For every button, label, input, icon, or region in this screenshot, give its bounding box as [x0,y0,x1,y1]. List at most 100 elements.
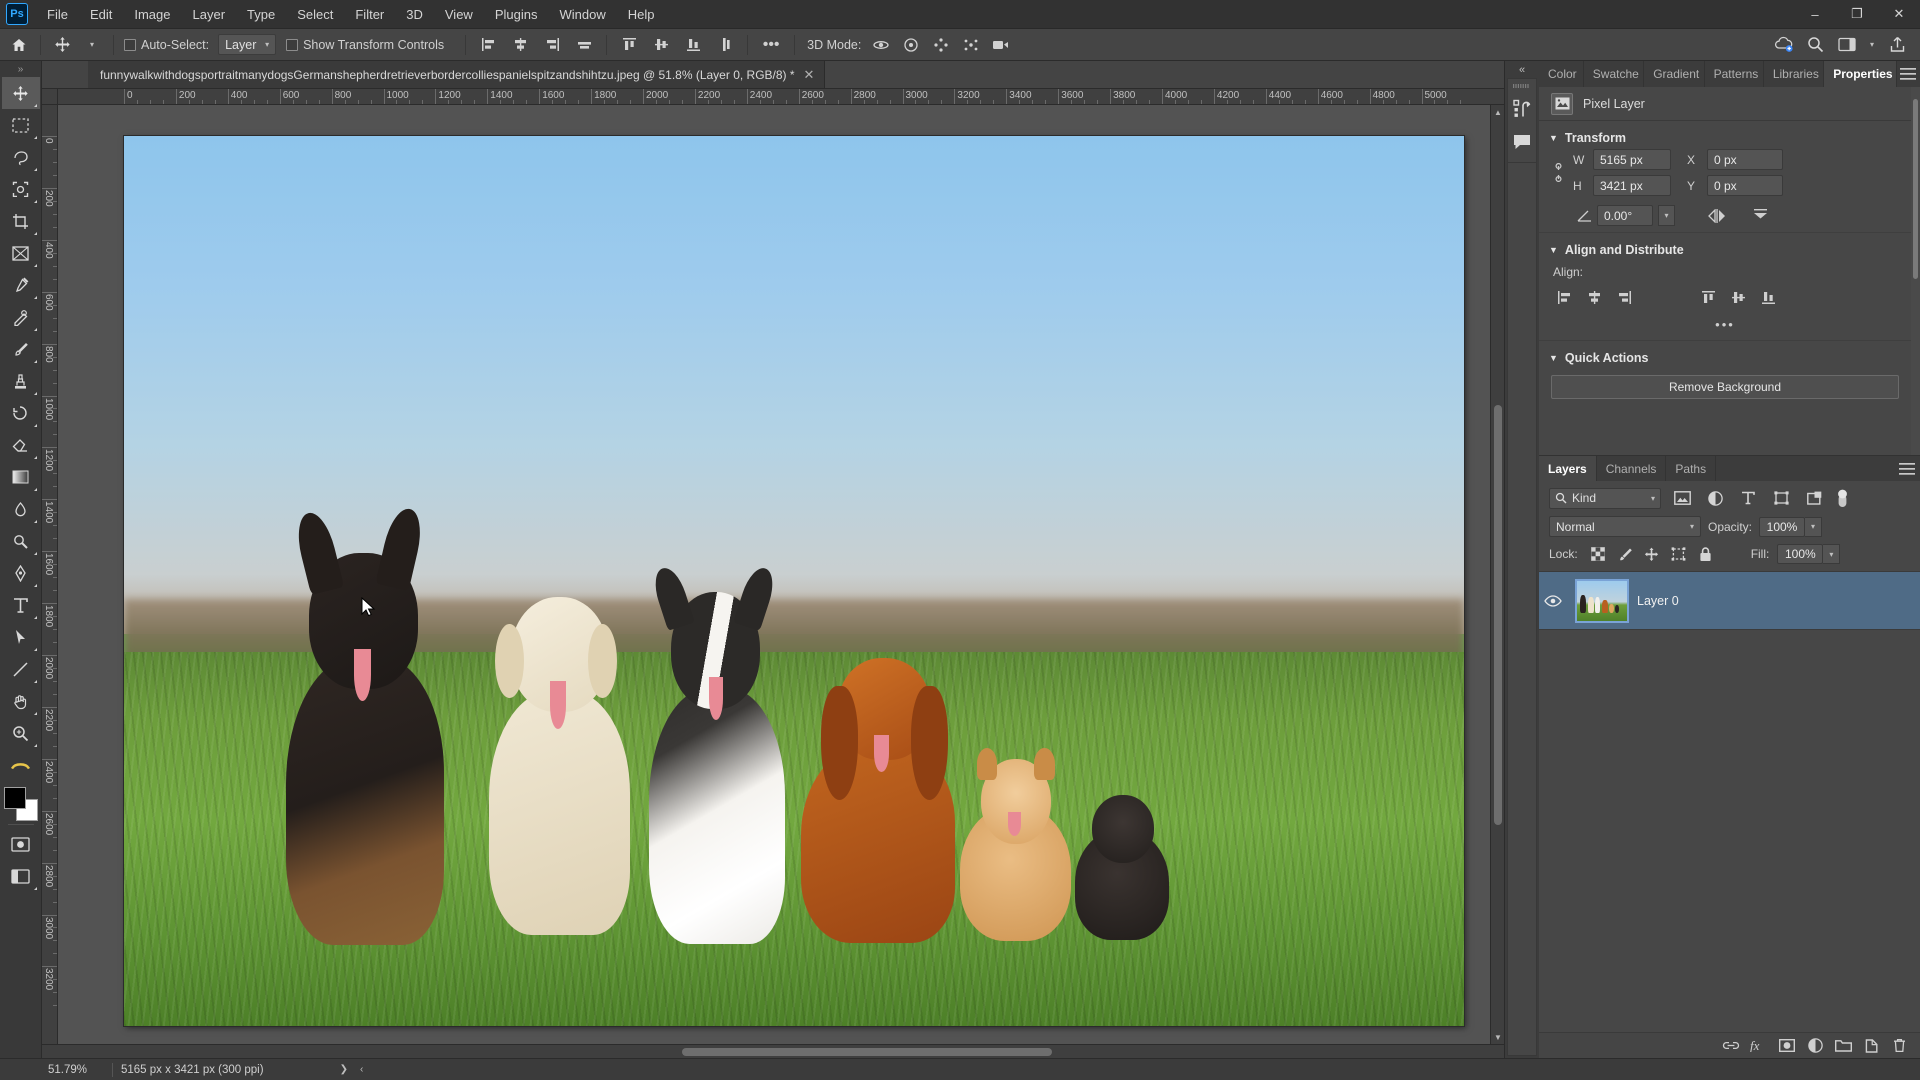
workspace-chevron-icon[interactable]: ▾ [1864,31,1880,59]
align-vertical-centers-icon[interactable] [645,31,677,59]
lock-position-icon[interactable] [1640,544,1664,564]
toolbar-grip[interactable]: » [18,63,24,77]
document-tab[interactable]: funnywalkwithdogsportraitmanydogsGermans… [88,61,825,88]
tab-properties[interactable]: Properties [1824,61,1896,87]
tab-swatches[interactable]: Swatche [1584,61,1644,87]
align-bottom-edges-icon[interactable] [677,31,709,59]
scroll-up-arrow-icon[interactable]: ▲ [1491,105,1505,119]
width-input[interactable]: 5165 px [1593,149,1671,170]
menu-plugins[interactable]: Plugins [484,3,549,26]
align-left-icon[interactable] [1549,285,1579,309]
workspace-switcher-icon[interactable] [1832,31,1862,59]
tool-history-brush[interactable] [2,397,40,429]
maximize-button[interactable]: ❐ [1836,0,1878,29]
tool-edit-toolbar[interactable] [2,749,40,781]
layer-thumbnail[interactable] [1575,579,1629,623]
lock-artboard-nesting-icon[interactable] [1667,544,1691,564]
filter-type-layers-icon[interactable] [1736,487,1760,509]
fill-stepper-icon[interactable]: ▾ [1823,544,1840,564]
menu-view[interactable]: View [434,3,484,26]
layers-panel-menu-icon[interactable] [1894,456,1920,481]
lock-image-pixels-icon[interactable] [1613,544,1637,564]
align-right-icon[interactable] [1609,285,1639,309]
align-bottom-icon[interactable] [1753,285,1783,309]
auto-select-checkbox[interactable] [124,39,136,51]
properties-scroll-thumb[interactable] [1913,99,1918,279]
distribute-vertical-icon[interactable] [709,31,741,59]
vertical-ruler[interactable]: 0200400600800100012001400160018002000220… [42,105,58,1044]
align-top-edges-icon[interactable] [613,31,645,59]
new-layer-icon[interactable] [1858,1034,1884,1058]
tab-paths[interactable]: Paths [1666,456,1716,481]
menu-image[interactable]: Image [123,3,181,26]
angle-stepper-chevron-icon[interactable]: ▾ [1658,205,1675,226]
tool-hand[interactable] [2,685,40,717]
filter-adjustment-layers-icon[interactable] [1703,487,1727,509]
fill-input[interactable]: 100% [1777,544,1823,564]
layer-row-layer-0[interactable]: Layer 0 [1539,572,1920,630]
tool-clone-stamp[interactable] [2,365,40,397]
show-transform-checkbox[interactable] [286,39,298,51]
show-transform-group[interactable]: Show Transform Controls [276,38,459,52]
filter-shape-layers-icon[interactable] [1769,487,1793,509]
history-icon[interactable] [1508,91,1536,125]
3d-orbit-icon[interactable] [866,31,896,59]
filter-toggle-switch[interactable] [1835,487,1850,509]
height-input[interactable]: 3421 px [1593,175,1671,196]
new-adjustment-layer-icon[interactable] [1802,1034,1828,1058]
align-horizontal-centers-icon[interactable] [504,31,536,59]
transform-section-header[interactable]: ▼ Transform [1539,127,1911,149]
properties-panel-menu-icon[interactable] [1897,61,1920,87]
scroll-down-arrow-icon[interactable]: ▼ [1491,1030,1505,1044]
tool-gradient[interactable] [2,461,40,493]
close-button[interactable]: ✕ [1878,0,1920,29]
status-collapse-arrow-icon[interactable]: ‹ [354,1064,369,1075]
flip-horizontal-icon[interactable] [1708,209,1726,223]
link-layers-icon[interactable] [1718,1034,1744,1058]
more-options-button[interactable]: ••• [754,31,788,59]
properties-scrollbar[interactable] [1911,87,1920,455]
canvas-stage[interactable] [58,105,1490,1044]
menu-3d[interactable]: 3D [395,3,434,26]
align-center-horizontal-icon[interactable] [1579,285,1609,309]
delete-layer-trash-icon[interactable] [1886,1034,1912,1058]
foreground-color-swatch[interactable] [4,787,26,809]
horizontal-ruler[interactable]: 0200400600800100012001400160018002000220… [58,89,1504,105]
horizontal-scrollbar[interactable] [42,1044,1490,1058]
comment-icon[interactable] [1508,125,1536,159]
lock-all-icon[interactable] [1694,544,1718,564]
quick-actions-header[interactable]: ▼ Quick Actions [1539,347,1911,369]
tool-move[interactable] [2,77,40,109]
align-top-icon[interactable] [1693,285,1723,309]
menu-edit[interactable]: Edit [79,3,123,26]
vertical-scroll-thumb[interactable] [1494,405,1502,825]
status-expand-arrow-icon[interactable]: ❯ [334,1064,354,1075]
filter-smart-objects-icon[interactable] [1802,487,1826,509]
align-left-edges-icon[interactable] [472,31,504,59]
flip-vertical-icon[interactable] [1753,208,1768,224]
collapse-panels-icon[interactable]: « [1505,61,1539,78]
move-tool-icon[interactable] [47,31,77,59]
lock-transparent-pixels-icon[interactable] [1586,544,1610,564]
y-input[interactable]: 0 px [1707,175,1783,196]
tool-quick-mask[interactable] [2,828,40,860]
horizontal-scroll-thumb[interactable] [682,1048,1052,1056]
align-more-options-button[interactable]: ••• [1539,313,1911,338]
search-icon[interactable] [1800,31,1830,59]
link-wh-icon[interactable] [1547,163,1569,182]
align-section-header[interactable]: ▼ Align and Distribute [1539,239,1911,261]
layer-name[interactable]: Layer 0 [1637,594,1679,608]
x-input[interactable]: 0 px [1707,149,1783,170]
menu-layer[interactable]: Layer [182,3,237,26]
tool-zoom[interactable] [2,717,40,749]
vertical-scrollbar[interactable]: ▲ ▼ [1490,105,1504,1044]
remove-background-button[interactable]: Remove Background [1551,375,1899,399]
tool-lasso[interactable] [2,141,40,173]
opacity-stepper-icon[interactable]: ▾ [1805,517,1822,537]
menu-type[interactable]: Type [236,3,286,26]
document-tab-close-icon[interactable]: ✕ [804,67,815,83]
tab-color[interactable]: Color [1539,61,1584,87]
auto-select-group[interactable]: Auto-Select: [120,38,218,52]
tool-preset-chevron-icon[interactable]: ▾ [77,31,107,59]
distribute-horizontal-icon[interactable] [568,31,600,59]
